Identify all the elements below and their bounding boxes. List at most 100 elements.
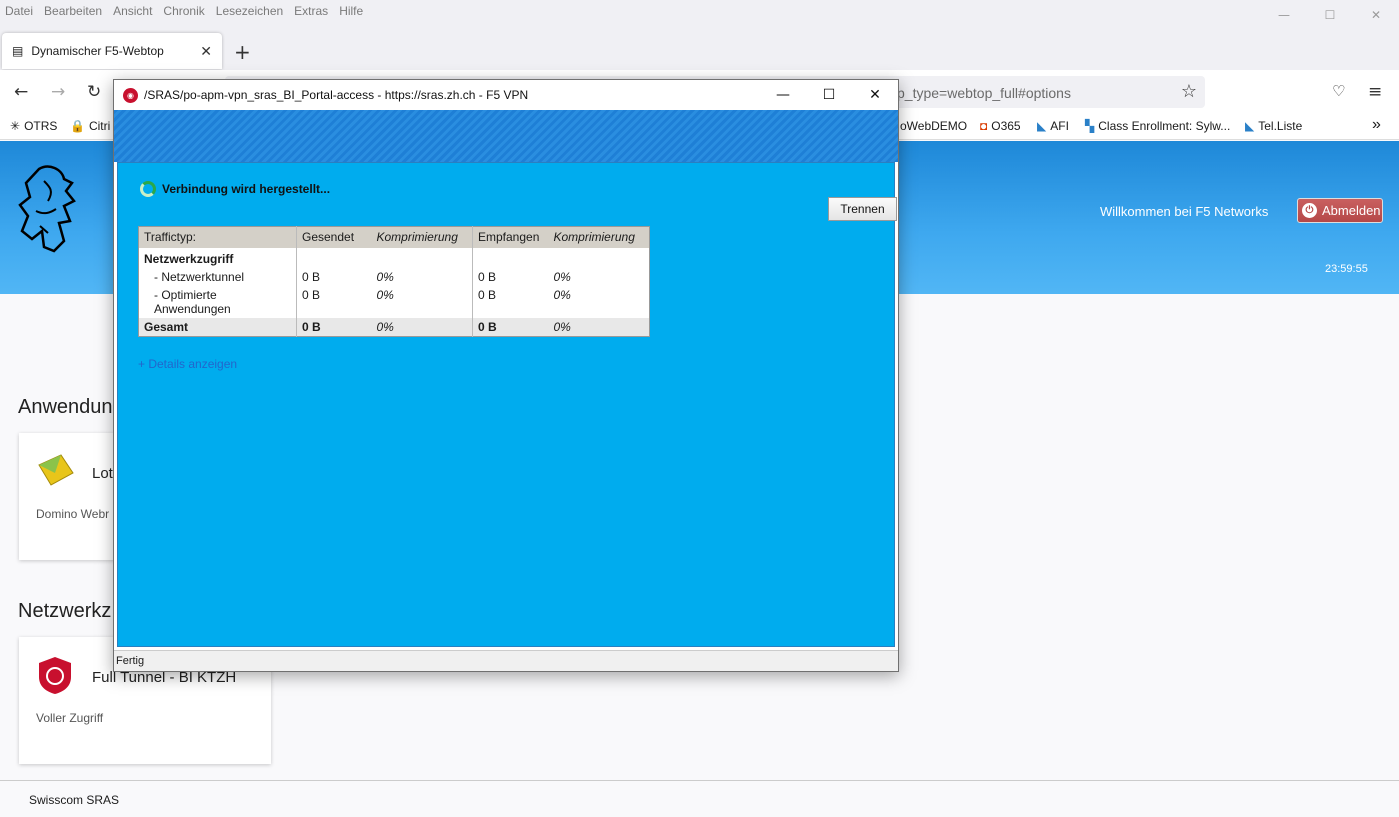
- bookmark-label: OTRS: [24, 119, 58, 133]
- statusbar-text: Fertig: [116, 655, 145, 667]
- bookmark-label: Class Enrollment: Sylw...: [1098, 119, 1231, 133]
- column-header: Komprimierung: [371, 226, 473, 248]
- back-icon[interactable]: ←: [14, 82, 28, 102]
- table-total-row: Gesamt 0 B 0% 0 B 0%: [138, 317, 650, 336]
- bookmark-label: Tel.Liste: [1258, 119, 1303, 133]
- popup-titlebar[interactable]: ◉ /SRAS/po-apm-vpn_sras_BI_Portal-access…: [114, 80, 898, 110]
- popup-banner: [114, 110, 898, 162]
- total-sent-compression: 0%: [371, 317, 473, 336]
- group-label: Netzwerkzugriff: [144, 251, 234, 266]
- bookmark-class-enrollment[interactable]: ▚ Class Enrollment: Sylw...: [1085, 119, 1230, 133]
- footer-text: Swisscom SRAS: [29, 793, 120, 807]
- row-label: - Netzwerktunnel: [154, 269, 245, 284]
- row-label-line1: - Optimierte: [154, 287, 217, 302]
- menu-lesezeichen[interactable]: Lesezeichen: [216, 4, 283, 18]
- sent-value: 0 B: [296, 285, 372, 318]
- row-label-line2: Anwendungen: [154, 301, 231, 316]
- app-card-title: Lot: [92, 465, 113, 482]
- bookmark-label: AFI: [1050, 119, 1069, 133]
- clock: 23:59:55: [1325, 263, 1368, 275]
- section-applications: Anwendun: [18, 396, 113, 418]
- pocket-icon[interactable]: ♡: [1332, 82, 1345, 100]
- table-row: - Optimierte Anwendungen 0 B 0% 0 B 0%: [139, 285, 650, 318]
- table-row: - Netzwerktunnel 0 B 0% 0 B 0%: [139, 267, 650, 286]
- menu-bar: Datei Bearbeiten Ansicht Chronik Lesezei…: [0, 0, 1399, 22]
- status-text: Verbindung wird hergestellt...: [162, 182, 331, 196]
- table-header-row: Traffictyp: Gesendet Komprimierung Empfa…: [138, 226, 650, 248]
- star-icon[interactable]: ☆: [1181, 81, 1197, 102]
- section-network: Netzwerkz: [18, 600, 112, 622]
- menu-extras[interactable]: Extras: [294, 4, 328, 18]
- grid-icon: ▚: [1085, 119, 1095, 133]
- tab-title: Dynamischer F5-Webtop: [31, 44, 164, 58]
- bookmark-citrix[interactable]: 🔒 Citri: [70, 119, 110, 133]
- menu-bearbeiten[interactable]: Bearbeiten: [44, 4, 102, 18]
- show-details-link[interactable]: + Details anzeigen: [138, 357, 237, 371]
- tab-webtop[interactable]: ▤ Dynamischer F5-Webtop ✕: [2, 33, 222, 69]
- sent-compression: 0%: [376, 287, 394, 302]
- bookmark-otrs[interactable]: ✳ OTRS: [10, 119, 57, 133]
- total-received-compression: 0%: [548, 317, 650, 336]
- welcome-text: Willkommen bei F5 Networks: [1100, 204, 1269, 219]
- table-row: Netzwerkzugriff: [139, 247, 650, 268]
- zh-flag-icon: ◣: [1245, 119, 1255, 133]
- forward-icon[interactable]: →: [51, 82, 65, 102]
- received-value: 0 B: [472, 285, 549, 318]
- popup-content: Verbindung wird hergestellt... Trennen T…: [117, 162, 897, 647]
- network-card-subtitle: Voller Zugriff: [36, 711, 104, 725]
- new-tab-icon[interactable]: +: [234, 40, 251, 64]
- total-sent: 0 B: [296, 317, 372, 336]
- popup-statusbar: Fertig: [114, 650, 898, 671]
- vpn-popup-window: ◉ /SRAS/po-apm-vpn_sras_BI_Portal-access…: [113, 79, 899, 672]
- traffic-table: Traffictyp: Gesendet Komprimierung Empfa…: [138, 226, 650, 337]
- zh-flag-icon: ◣: [1037, 119, 1047, 133]
- popup-title: /SRAS/po-apm-vpn_sras_BI_Portal-access -…: [144, 88, 529, 102]
- bookmark-afi[interactable]: ◣ AFI: [1037, 119, 1069, 133]
- bookmark-tel-liste[interactable]: ◣ Tel.Liste: [1245, 119, 1302, 133]
- app-card-subtitle: Domino Webr: [36, 507, 110, 521]
- tab-bar: ▤ Dynamischer F5-Webtop ✕ +: [0, 22, 1399, 70]
- received-compression: 0%: [553, 269, 571, 284]
- office-icon: ◘: [980, 119, 988, 133]
- column-header: Gesendet: [296, 226, 372, 248]
- hamburger-menu-icon[interactable]: ≡: [1368, 82, 1382, 102]
- f5-app-icon: ◉: [123, 87, 138, 103]
- sent-compression: 0%: [376, 269, 394, 284]
- popup-window-controls: — ☐ ✕: [760, 80, 898, 110]
- zurich-lion-logo: [18, 165, 76, 253]
- page-icon: ▤: [12, 44, 24, 58]
- bookmark-label: oWebDEMO: [900, 119, 968, 133]
- logout-button[interactable]: ⏻ Abmelden: [1297, 198, 1383, 223]
- received-compression: 0%: [553, 287, 571, 302]
- url-text: p_type=webtop_full#options: [897, 85, 1071, 101]
- power-icon: ⏻: [1302, 203, 1317, 218]
- menu-chronik[interactable]: Chronik: [163, 4, 204, 18]
- column-header: Traffictyp:: [138, 226, 297, 248]
- maximize-icon[interactable]: ☐: [806, 80, 852, 110]
- received-value: 0 B: [472, 267, 549, 286]
- lock-icon: 🔒: [70, 119, 85, 133]
- otrs-icon: ✳: [10, 119, 21, 133]
- reload-icon[interactable]: ↻: [87, 82, 101, 102]
- chevron-right-icon[interactable]: »: [1372, 116, 1381, 134]
- sent-value: 0 B: [296, 267, 372, 286]
- page-footer: Swisscom SRAS: [0, 780, 1399, 817]
- menu-hilfe[interactable]: Hilfe: [339, 4, 363, 18]
- disconnect-button[interactable]: Trennen: [828, 197, 897, 221]
- close-icon[interactable]: ✕: [852, 80, 898, 110]
- menu-datei[interactable]: Datei: [5, 4, 33, 18]
- minimize-icon[interactable]: —: [760, 80, 806, 110]
- connection-status: Verbindung wird hergestellt...: [140, 181, 330, 197]
- bookmark-label: O365: [991, 119, 1021, 133]
- mail-envelope-icon: [38, 454, 74, 486]
- tab-close-icon[interactable]: ✕: [200, 43, 212, 60]
- column-header: Empfangen: [472, 226, 549, 248]
- bookmark-label: Citri: [88, 119, 111, 133]
- logout-label: Abmelden: [1322, 203, 1381, 218]
- spinner-icon: [140, 181, 156, 197]
- vpn-shield-icon: [39, 657, 71, 694]
- bookmark-o365[interactable]: ◘ O365: [980, 119, 1021, 133]
- total-received: 0 B: [472, 317, 549, 336]
- menu-ansicht[interactable]: Ansicht: [113, 4, 152, 18]
- bookmark-webdemo[interactable]: oWebDEMO: [900, 119, 967, 133]
